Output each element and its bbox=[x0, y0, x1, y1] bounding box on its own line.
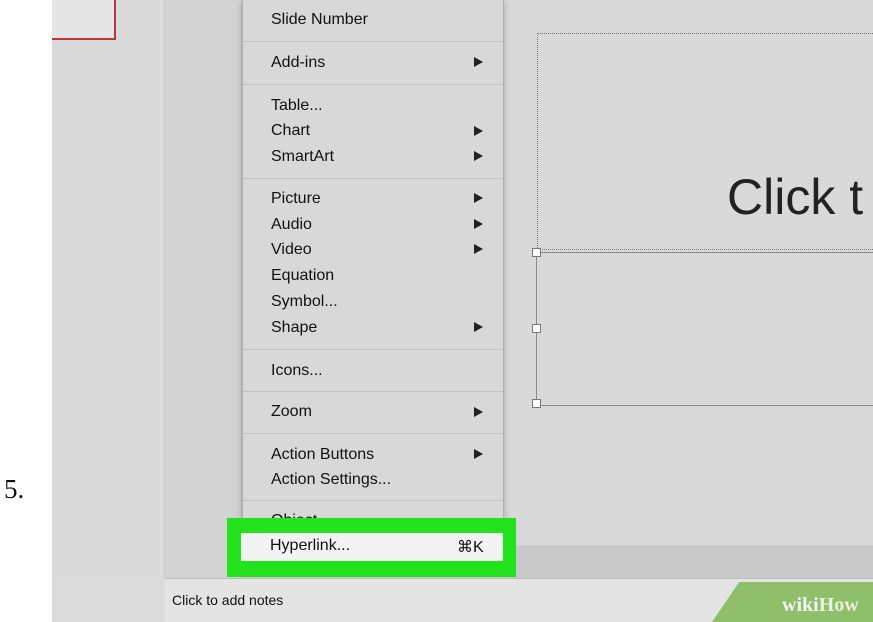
menu-item-add-ins[interactable]: Add-ins bbox=[271, 54, 325, 72]
menu-separator bbox=[243, 391, 503, 392]
notes-placeholder[interactable]: Click to add notes bbox=[172, 592, 283, 608]
menu-item-hyperlink-label[interactable]: Hyperlink... bbox=[270, 537, 350, 555]
subtitle-placeholder-box[interactable] bbox=[536, 252, 873, 406]
submenu-arrow-icon bbox=[474, 449, 483, 459]
menu-separator bbox=[243, 500, 503, 501]
title-placeholder-text: Click t bbox=[727, 169, 864, 225]
menu-item-action-buttons[interactable]: Action Buttons bbox=[271, 446, 374, 464]
menu-item-video[interactable]: Video bbox=[271, 241, 312, 259]
submenu-arrow-icon bbox=[474, 244, 483, 254]
menu-item-action-settings[interactable]: Action Settings... bbox=[271, 471, 391, 489]
menu-item-shape[interactable]: Shape bbox=[271, 319, 317, 337]
slide-thumbnail-pane bbox=[52, 0, 165, 578]
submenu-arrow-icon bbox=[474, 193, 483, 203]
menu-item-zoom[interactable]: Zoom bbox=[271, 403, 312, 421]
wikihow-logo: wikiHow bbox=[782, 594, 859, 616]
menu-item-slide-number[interactable]: Slide Number bbox=[271, 11, 368, 29]
menu-item-hyperlink-shortcut: ⌘K bbox=[457, 539, 484, 556]
menu-item-audio[interactable]: Audio bbox=[271, 216, 312, 234]
menu-item-table[interactable]: Table... bbox=[271, 97, 323, 115]
resize-handle[interactable] bbox=[532, 248, 541, 257]
menu-separator bbox=[243, 41, 503, 42]
menu-item-icons[interactable]: Icons... bbox=[271, 362, 323, 380]
submenu-arrow-icon bbox=[474, 126, 483, 136]
resize-handle[interactable] bbox=[532, 399, 541, 408]
submenu-arrow-icon bbox=[474, 322, 483, 332]
menu-item-symbol[interactable]: Symbol... bbox=[271, 293, 338, 311]
insert-menu: Slide Number Add-ins Table... Chart Smar… bbox=[242, 0, 504, 548]
submenu-arrow-icon bbox=[474, 219, 483, 229]
slide-thumbnail[interactable] bbox=[52, 0, 116, 40]
step-number: 5. bbox=[4, 474, 25, 504]
menu-separator bbox=[243, 433, 503, 434]
submenu-arrow-icon bbox=[474, 407, 483, 417]
resize-handle[interactable] bbox=[532, 324, 541, 333]
editor-gutter bbox=[165, 0, 241, 578]
menu-item-chart[interactable]: Chart bbox=[271, 122, 310, 140]
menu-separator bbox=[243, 349, 503, 350]
menu-item-equation[interactable]: Equation bbox=[271, 267, 334, 285]
menu-item-picture[interactable]: Picture bbox=[271, 190, 321, 208]
submenu-arrow-icon bbox=[474, 151, 483, 161]
menu-item-smartart[interactable]: SmartArt bbox=[271, 148, 334, 166]
menu-separator bbox=[243, 84, 503, 85]
menu-separator bbox=[243, 178, 503, 179]
submenu-arrow-icon bbox=[474, 57, 483, 67]
